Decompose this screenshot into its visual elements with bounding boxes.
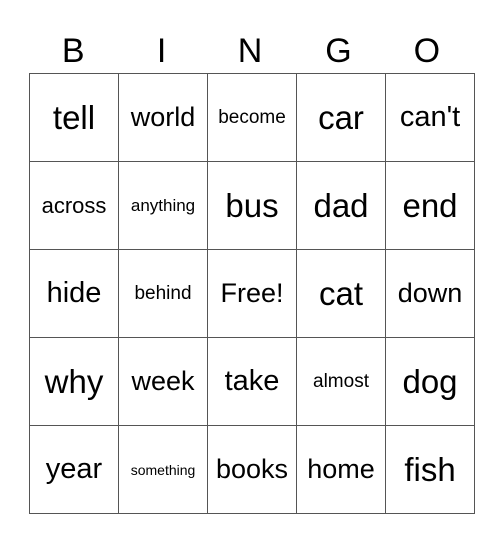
- bingo-cell[interactable]: dog: [385, 337, 475, 426]
- bingo-cell[interactable]: tell: [29, 73, 119, 162]
- bingo-cell[interactable]: year: [29, 425, 119, 514]
- bingo-row: tell world become car can't: [29, 73, 475, 162]
- bingo-cell[interactable]: dad: [296, 161, 386, 250]
- header-letter: B: [61, 32, 85, 70]
- bingo-cell[interactable]: bus: [207, 161, 297, 250]
- bingo-cell[interactable]: down: [385, 249, 475, 338]
- bingo-row: across anything bus dad end: [29, 161, 475, 250]
- bingo-cell[interactable]: behind: [118, 249, 208, 338]
- bingo-cell[interactable]: can't: [385, 73, 475, 162]
- header-letter: N: [237, 32, 263, 70]
- bingo-cell[interactable]: anything: [118, 161, 208, 250]
- bingo-cell[interactable]: car: [296, 73, 386, 162]
- header-letter: O: [413, 32, 441, 70]
- bingo-cell[interactable]: something: [118, 425, 208, 514]
- header-letter: I: [156, 32, 167, 70]
- header-letter: G: [325, 32, 352, 70]
- bingo-cell[interactable]: home: [296, 425, 386, 514]
- bingo-cell[interactable]: almost: [296, 337, 386, 426]
- bingo-cell[interactable]: hide: [29, 249, 119, 338]
- bingo-cell[interactable]: end: [385, 161, 475, 250]
- bingo-card: tell world become car can't across anything bus…: [29, 73, 475, 514]
- bingo-cell[interactable]: why: [29, 337, 119, 426]
- bingo-cell[interactable]: books: [207, 425, 297, 514]
- bingo-row: hide behind Free! cat down: [29, 249, 475, 338]
- bingo-header: B I N G O: [29, 30, 471, 73]
- bingo-cell[interactable]: world: [118, 73, 208, 162]
- bingo-cell[interactable]: fish: [385, 425, 475, 514]
- bingo-row: why week take almost dog: [29, 337, 475, 426]
- bingo-cell[interactable]: across: [29, 161, 119, 250]
- bingo-cell[interactable]: take: [207, 337, 297, 426]
- free-space-cell[interactable]: Free!: [207, 249, 297, 338]
- bingo-cell[interactable]: week: [118, 337, 208, 426]
- bingo-cell[interactable]: cat: [296, 249, 386, 338]
- bingo-cell[interactable]: become: [207, 73, 297, 162]
- bingo-row: year something books home fish: [29, 425, 475, 514]
